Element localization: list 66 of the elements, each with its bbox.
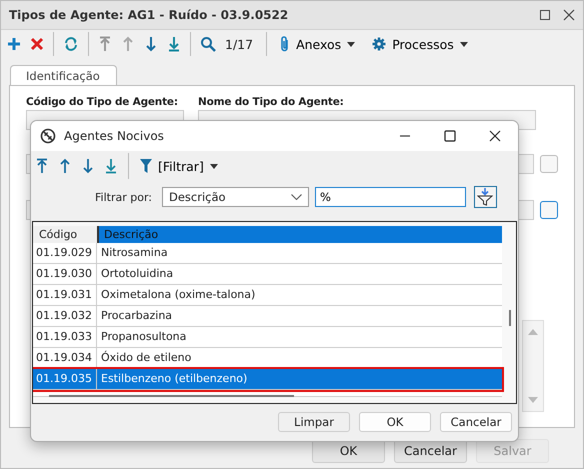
add-icon[interactable]	[7, 37, 21, 51]
table-row[interactable]: 01.19.031 Oximetalona (oxime-talona)	[33, 285, 502, 306]
paperclip-icon	[280, 36, 290, 52]
field-label: Nome do Tipo do Agente:	[198, 96, 345, 108]
record-position: 1/17	[225, 36, 254, 52]
table-cell-text: Ortotoluidina	[100, 266, 174, 282]
table-cell-text: Estilbenzeno (etilbenzeno)	[100, 371, 248, 387]
caret-icon	[347, 42, 356, 46]
table-cell: 01.19.029	[33, 243, 97, 263]
dialog-title: Agentes Nocivos	[64, 129, 164, 143]
previous-record-icon[interactable]	[59, 158, 71, 174]
processes-menu[interactable]: Processos	[368, 36, 472, 52]
table-row[interactable]: 01.19.029 Nitrosamina	[33, 243, 502, 264]
filter-label: Filtrar por:	[95, 190, 152, 204]
lookup-button[interactable]	[540, 201, 558, 219]
table-cell: 01.19.032	[33, 306, 97, 326]
table-row[interactable]: 01.19.030 Ortotoluidina	[33, 264, 502, 285]
filter-value-field[interactable]: %	[314, 187, 466, 207]
table-cell: 01.19.035	[33, 369, 97, 389]
funnel-icon	[140, 158, 152, 174]
search-icon[interactable]	[200, 36, 216, 52]
chevron-down-icon	[290, 194, 302, 200]
column-header[interactable]: Código	[33, 226, 97, 242]
refresh-icon[interactable]	[63, 36, 79, 52]
table-cell: 01.19.030	[33, 264, 97, 284]
filter-field-dropdown[interactable]: Descrição	[162, 187, 309, 207]
close-icon[interactable]	[563, 9, 575, 21]
previous-record-icon[interactable]	[121, 36, 135, 52]
maximize-icon[interactable]	[539, 9, 551, 21]
filter-menu[interactable]: [Filtrar]	[140, 158, 218, 174]
dialog-button[interactable]: Limpar	[278, 412, 350, 432]
dialog-button[interactable]: Cancelar	[440, 412, 512, 432]
caret-icon	[460, 42, 468, 46]
close-icon[interactable]	[489, 130, 501, 142]
maximize-icon[interactable]	[444, 130, 456, 142]
first-record-icon[interactable]	[36, 158, 48, 174]
table-row[interactable]: 01.19.033 Propanosultona	[33, 327, 502, 348]
table-cell-text: Nitrosamina	[100, 245, 169, 261]
table-cell: 01.19.031	[33, 285, 97, 305]
last-record-icon[interactable]	[105, 158, 117, 174]
funnel-arrow-icon	[477, 188, 494, 206]
table-row[interactable]: 01.19.034 Óxido de etileno	[33, 348, 502, 369]
table-cell-text: Procarbazina	[100, 308, 174, 324]
table-cell-text: Oximetalona (oxime-talona)	[100, 287, 256, 303]
caret-icon	[210, 164, 218, 168]
table-cell-text: Óxido de etileno	[100, 350, 192, 366]
next-record-icon[interactable]	[82, 158, 94, 174]
blocked-circle-icon	[40, 128, 56, 144]
vertical-scrollbar[interactable]	[509, 310, 511, 326]
horizontal-scrollbar[interactable]	[49, 395, 294, 397]
table-cell-text: Propanosultona	[100, 329, 188, 345]
last-record-icon[interactable]	[167, 36, 181, 52]
table-cell: 01.19.033	[33, 327, 97, 347]
table-row[interactable]: 01.19.035 Estilbenzeno (etilbenzeno)	[33, 369, 502, 390]
delete-icon[interactable]	[30, 37, 44, 51]
dialog-button[interactable]: OK	[359, 412, 431, 432]
window-title: Tipos de Agente: AG1 - Ruído - 03.9.0522	[9, 8, 288, 22]
first-record-icon[interactable]	[98, 36, 112, 52]
settings-icon	[372, 37, 386, 51]
table-row[interactable]: 01.19.032 Procarbazina	[33, 306, 502, 327]
column-header[interactable]: Descrição	[97, 226, 502, 242]
next-record-icon[interactable]	[144, 36, 158, 52]
apply-filter-button[interactable]	[474, 186, 497, 208]
attachments-menu[interactable]: Anexos	[276, 36, 360, 52]
field-label: Código do Tipo de Agente:	[26, 96, 179, 108]
tab[interactable]: Identificação	[10, 65, 117, 86]
